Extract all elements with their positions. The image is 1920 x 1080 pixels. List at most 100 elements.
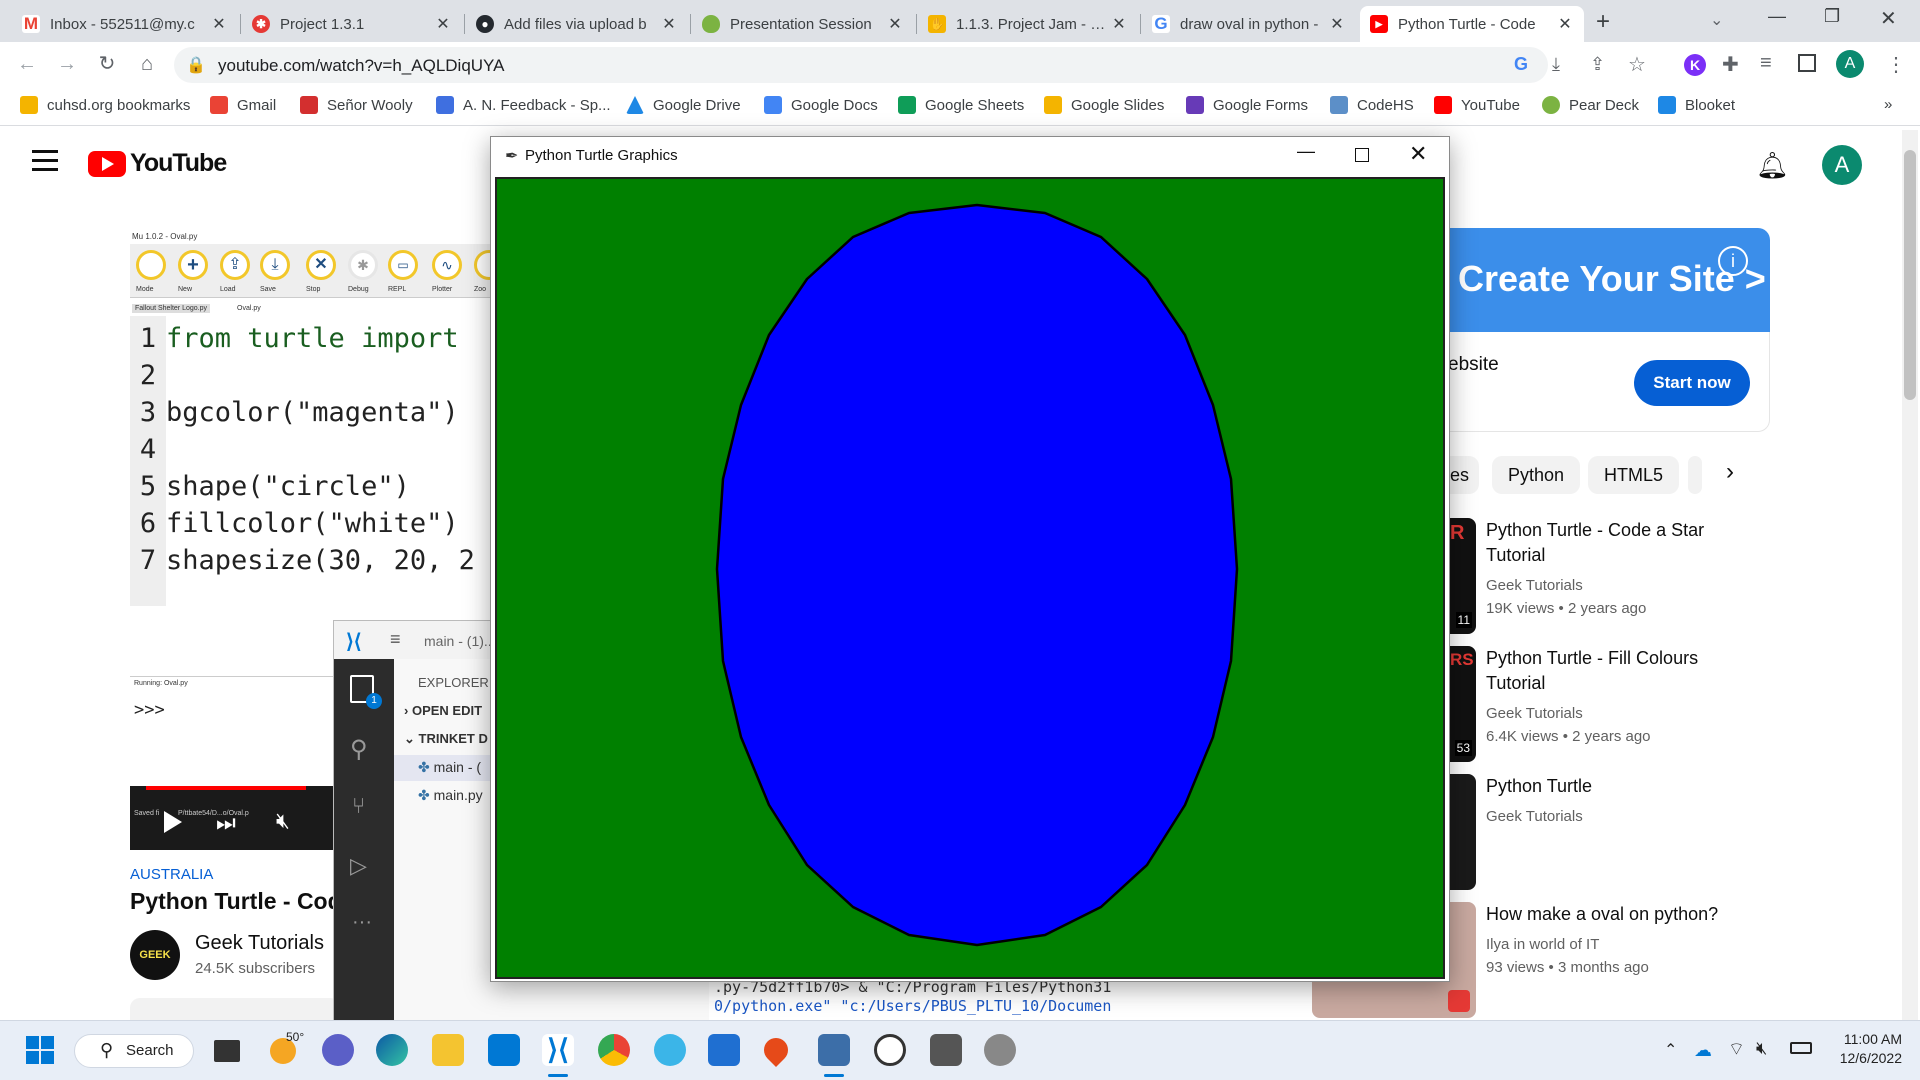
related-video[interactable]: Python Turtle Geek Tutorials [1486,774,1746,828]
scrollbar-thumb[interactable] [1904,150,1916,400]
close-icon[interactable]: ✕ [886,14,904,34]
chrome-icon[interactable] [598,1034,630,1066]
side-panel-icon[interactable] [1798,54,1816,72]
more-icon[interactable]: ··· [352,911,372,934]
bookmark-cuhsd[interactable]: cuhsd.org bookmarks [20,96,190,114]
tab-github[interactable]: ● Add files via upload b ✕ [466,6,688,42]
python-turtle-taskbar-icon[interactable] [818,1034,850,1066]
youtube-logo-text[interactable]: YouTube [130,149,227,178]
youtube-avatar[interactable]: A [1822,145,1862,185]
kami-extension-icon[interactable]: K [1684,54,1706,76]
related-thumbnail[interactable] [1448,774,1476,890]
restore-icon[interactable]: ❐ [1824,6,1840,27]
minimize-icon[interactable]: — [1768,6,1786,27]
tab-gmail[interactable]: M Inbox - 552511@my.c ✕ [12,6,238,42]
file-main-py[interactable]: ✤ main.py [418,787,483,804]
wifi-icon[interactable]: ⌔ [1728,1038,1745,1061]
channel-name[interactable]: Geek Tutorials [195,932,324,955]
notifications-bell-icon[interactable]: 🔔︎ [1756,150,1789,181]
run-debug-icon[interactable]: ▷ [350,853,367,879]
source-control-icon[interactable]: ⑂ [352,793,365,819]
reading-list-icon[interactable]: ≡ [1760,52,1772,75]
related-thumbnail[interactable]: R 11 [1448,518,1476,634]
url-text[interactable]: youtube.com/watch?v=h_AQLDiqUYA [218,56,504,76]
search-icon[interactable]: ⚲ [350,735,368,764]
start-now-button[interactable]: Start now [1634,360,1750,406]
tab-youtube-active[interactable]: ▶ Python Turtle - Code ✕ [1360,6,1584,42]
file-main-tab[interactable]: ✤ main - ( [418,759,481,776]
bookmark-an-feedback[interactable]: A. N. Feedback - Sp... [436,96,611,114]
home-icon[interactable]: ⌂ [134,51,160,77]
youtube-logo-icon[interactable] [88,151,126,177]
play-icon[interactable] [164,811,182,833]
onedrive-icon[interactable]: ☁ [1694,1040,1712,1061]
bookmark-google-sheets[interactable]: Google Sheets [898,96,1024,114]
open-editors-section[interactable]: › OPEN EDIT [404,703,482,718]
teams-chat-icon[interactable] [322,1034,354,1066]
new-tab-icon[interactable]: + [1596,8,1610,36]
info-icon[interactable]: i [1718,246,1748,276]
filter-chip[interactable]: es [1448,456,1480,494]
tab-peardeck[interactable]: Presentation Session ✕ [692,6,914,42]
bookmark-senor-wooly[interactable]: Señor Wooly [300,96,413,114]
turtle-canvas[interactable] [495,177,1445,979]
install-icon[interactable]: ⤓ [1552,54,1560,75]
next-video-icon[interactable]: ⏭ [216,810,236,836]
turtle-graphics-window[interactable]: ✒ Python Turtle Graphics — ✕ [490,136,1450,982]
turtle-titlebar[interactable]: ✒ Python Turtle Graphics — ✕ [491,137,1449,177]
related-video[interactable]: How make a oval on python? Ilya in world… [1486,902,1746,979]
menu-kebab-icon[interactable]: ⋮ [1886,52,1906,77]
volume-muted-icon[interactable]: 🔇︎ [1756,1038,1767,1059]
vscode-menu-icon[interactable]: ≡ [390,629,401,650]
chevron-up-icon[interactable]: ⌃ [1664,1040,1677,1060]
channel-avatar[interactable]: GEEK [130,930,180,980]
reload-icon[interactable]: ↻ [94,51,120,77]
maximize-icon[interactable] [1355,148,1369,162]
minimize-icon[interactable]: — [1297,141,1315,162]
related-video[interactable]: Python Turtle - Code a Star Tutorial Gee… [1486,518,1746,620]
system-clock[interactable]: 11:00 AM 12/6/2022 [1828,1030,1902,1068]
profile-avatar[interactable]: A [1836,50,1864,78]
vscode-taskbar-icon[interactable]: ⟩⟨ [542,1034,574,1066]
mute-icon[interactable]: 🔇︎ [276,808,290,834]
start-windows-icon[interactable] [26,1036,54,1064]
file-explorer-icon[interactable] [432,1034,464,1066]
task-view-icon[interactable] [214,1040,240,1062]
video-country[interactable]: AUSTRALIA [130,866,213,883]
close-icon[interactable]: ✕ [434,14,452,34]
description-box[interactable] [130,998,340,1020]
filter-chip-html5[interactable]: HTML5 [1588,456,1680,494]
battery-icon[interactable] [1790,1042,1812,1054]
close-icon[interactable]: ✕ [1110,14,1128,34]
bookmark-star-icon[interactable]: ☆ [1628,52,1646,77]
close-icon[interactable]: ✕ [1328,14,1346,34]
bookmark-google-docs[interactable]: Google Docs [764,96,878,114]
tab-search-icon[interactable]: ⌄ [1710,10,1723,30]
share-icon[interactable]: ⇪ [1590,54,1605,75]
bookmark-blooket[interactable]: Blooket [1658,96,1735,114]
mail-icon[interactable] [708,1034,740,1066]
extensions-icon[interactable]: ✚ [1722,52,1739,77]
settings-gear-icon[interactable] [984,1034,1016,1066]
microsoft-store-icon[interactable] [488,1034,520,1066]
bookmarks-overflow[interactable]: » [1884,96,1892,113]
edge-icon[interactable] [376,1034,408,1066]
close-icon[interactable]: ✕ [660,14,678,34]
tab-google-search[interactable]: G draw oval in python - ✕ [1142,6,1356,42]
camera-icon[interactable] [930,1034,962,1066]
filter-chip-python[interactable]: Python [1492,456,1581,494]
bookmark-google-forms[interactable]: Google Forms [1186,96,1308,114]
bookmark-youtube[interactable]: YouTube [1434,96,1520,114]
ad-banner[interactable]: Create Your Site > i [1448,228,1770,332]
window-close-icon[interactable]: ✕ [1880,6,1897,31]
tab-project[interactable]: ✱ Project 1.3.1 ✕ [242,6,462,42]
bookmark-gmail[interactable]: Gmail [210,96,276,114]
close-icon[interactable]: ✕ [1556,14,1574,34]
window-close-icon[interactable]: ✕ [1409,141,1427,167]
back-icon[interactable]: ← [14,51,40,77]
related-video[interactable]: Python Turtle - Fill Colours Tutorial Ge… [1486,646,1746,748]
python-idle-icon[interactable] [654,1034,686,1066]
lock-icon[interactable]: 🔒 [186,55,206,75]
video-progress-bar[interactable] [146,786,306,790]
bookmark-google-slides[interactable]: Google Slides [1044,96,1164,114]
